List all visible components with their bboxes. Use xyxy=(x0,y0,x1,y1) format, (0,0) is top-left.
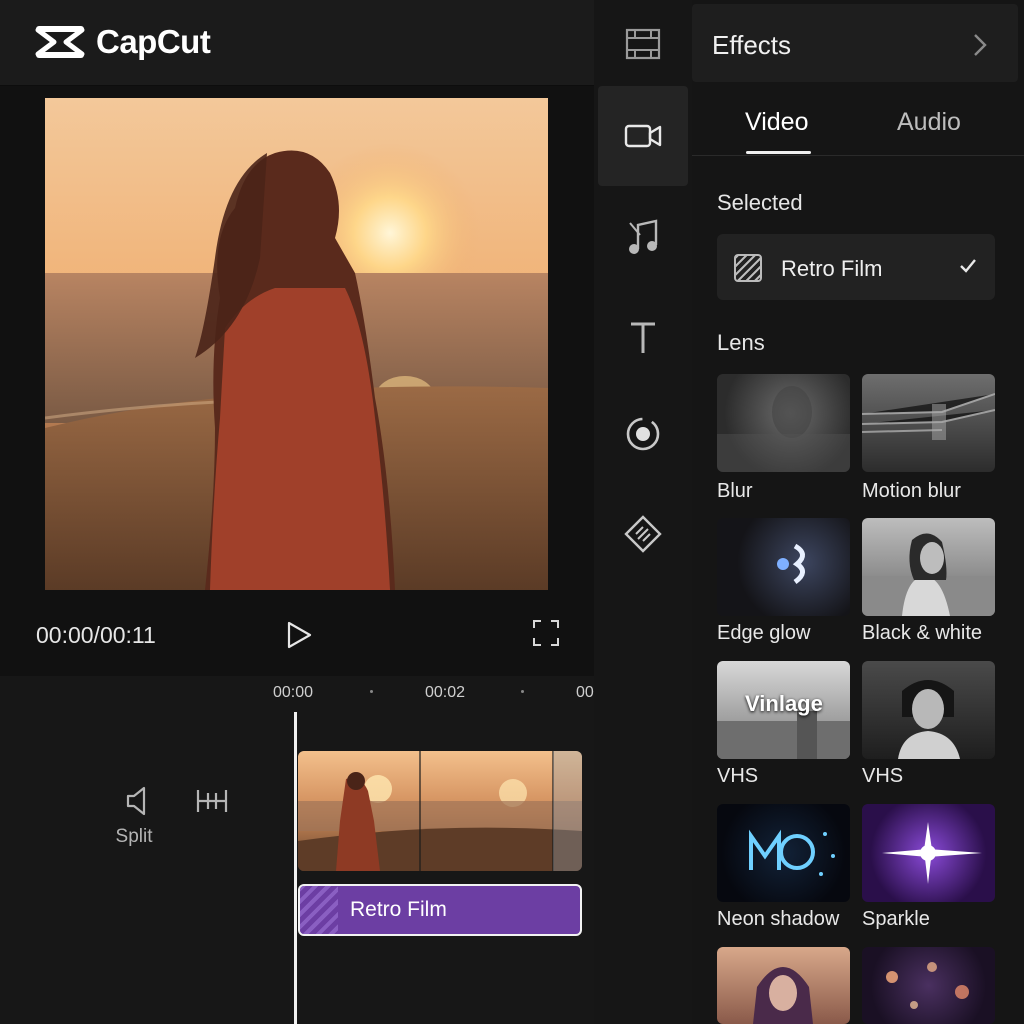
preview-image xyxy=(45,98,548,590)
preview-area: 00:00/00:11 xyxy=(0,86,594,676)
selected-section-label: Selected xyxy=(717,190,803,215)
active-tab-indicator xyxy=(746,151,811,154)
split-icon xyxy=(196,790,228,812)
sticker-icon xyxy=(626,417,660,451)
music-note-icon xyxy=(629,219,658,254)
effect-label-motion-blur: Motion blur xyxy=(862,480,961,502)
split-button[interactable] xyxy=(196,788,228,814)
blur-thumb-image xyxy=(717,386,850,472)
speaker-icon xyxy=(126,786,146,816)
effect-thumb-blur[interactable] xyxy=(717,374,850,472)
effect-thumb-vhs-2[interactable] xyxy=(862,661,995,759)
effect-track-label: Retro Film xyxy=(350,898,447,921)
tab-audio[interactable]: Audio xyxy=(897,108,961,137)
app-logo: CapCut xyxy=(34,22,211,62)
video-clip[interactable] xyxy=(298,751,582,871)
effect-label-sparkle: Sparkle xyxy=(862,908,930,930)
check-icon xyxy=(960,259,976,273)
retro-film-icon xyxy=(734,254,762,282)
effect-label-vhs-2: VHS xyxy=(862,765,904,787)
ruler-dot xyxy=(370,690,373,693)
sparkle-thumb-image xyxy=(882,822,982,884)
effect-thumb-neon-shadow[interactable] xyxy=(717,804,850,902)
lens-section-label: Lens xyxy=(717,330,765,355)
effect-track-handle[interactable] xyxy=(300,886,338,934)
tool-rail xyxy=(594,0,692,1024)
rail-item-video[interactable] xyxy=(598,86,688,186)
ruler-dot xyxy=(521,690,524,693)
ruler-tick: 00:00 xyxy=(273,684,314,701)
effect-thumb-portrait[interactable] xyxy=(717,947,850,1024)
effect-thumb-edge-glow[interactable] xyxy=(717,518,850,616)
frame-icon xyxy=(625,28,661,60)
effects-tabs: Video Audio xyxy=(692,100,1024,156)
effect-label-blur: Blur xyxy=(717,480,753,502)
effect-thumb-motion-blur[interactable] xyxy=(862,374,995,472)
play-button[interactable] xyxy=(284,620,314,650)
split-tool[interactable]: Split xyxy=(116,784,154,848)
time-readout: 00:00/00:11 xyxy=(36,622,156,648)
effect-thumb-sparkle[interactable] xyxy=(862,804,995,902)
effect-track-retro-film[interactable]: Retro Film xyxy=(298,884,582,936)
clip-thumbnails xyxy=(298,751,582,871)
effect-thumb-vhs-1[interactable]: Vinlage xyxy=(717,661,850,759)
effect-label-vhs-1: VHS xyxy=(717,765,759,787)
editor-area: CapCut 00:00/00:11 00:00 00:02 00 Split … xyxy=(0,0,594,1024)
effect-label-black-white: Black & white xyxy=(862,622,983,644)
rail-item-sticker[interactable] xyxy=(598,384,688,484)
effects-panel: Effects Video Audio Selected Retro Film … xyxy=(692,0,1024,1024)
vhs-overlay-text: Vinlage xyxy=(745,691,823,716)
effect-thumb-black-white[interactable] xyxy=(862,518,995,616)
timeline-ruler: 00:00 00:02 00 xyxy=(0,676,594,712)
rail-item-filter[interactable] xyxy=(598,484,688,584)
fullscreen-icon xyxy=(533,620,559,646)
neon-shadow-thumb-image xyxy=(749,829,835,876)
timeline[interactable]: 00:00 00:02 00 Split Retro Film xyxy=(0,676,594,1024)
ruler-tick: 00 xyxy=(576,684,594,701)
text-icon xyxy=(631,322,655,353)
fullscreen-button[interactable] xyxy=(532,619,560,647)
video-preview[interactable] xyxy=(45,98,548,590)
effect-label-edge-glow: Edge glow xyxy=(717,622,811,644)
rail-item-text[interactable] xyxy=(598,288,688,388)
bokeh-thumb-image xyxy=(886,962,969,1009)
app-name: CapCut xyxy=(96,23,211,60)
ruler-tick: 00:02 xyxy=(425,684,466,701)
chevron-right-icon[interactable] xyxy=(972,32,988,58)
black-white-thumb-image xyxy=(862,533,995,616)
capcut-logo-icon xyxy=(35,26,85,58)
play-icon xyxy=(287,621,312,649)
filter-icon xyxy=(624,515,662,553)
selected-effect-card[interactable]: Retro Film xyxy=(717,234,995,300)
selected-effect-name: Retro Film xyxy=(781,256,883,281)
playhead[interactable] xyxy=(294,712,297,1024)
split-label: Split xyxy=(115,826,153,847)
top-bar: CapCut xyxy=(0,0,594,86)
panel-title: Effects xyxy=(712,30,792,60)
panel-header: Effects xyxy=(692,4,1018,82)
vhs-portrait-thumb-image xyxy=(898,680,960,759)
portrait-thumb-image xyxy=(753,967,813,1024)
video-camera-icon xyxy=(624,124,662,148)
tab-video[interactable]: Video xyxy=(745,108,809,137)
rail-item-frame[interactable] xyxy=(598,0,688,94)
edge-glow-thumb-image xyxy=(777,543,805,585)
motion-blur-thumb-image xyxy=(862,393,995,440)
effect-thumb-bokeh[interactable] xyxy=(862,947,995,1024)
rail-item-music[interactable] xyxy=(598,188,688,288)
effect-label-neon-shadow: Neon shadow xyxy=(717,908,840,930)
